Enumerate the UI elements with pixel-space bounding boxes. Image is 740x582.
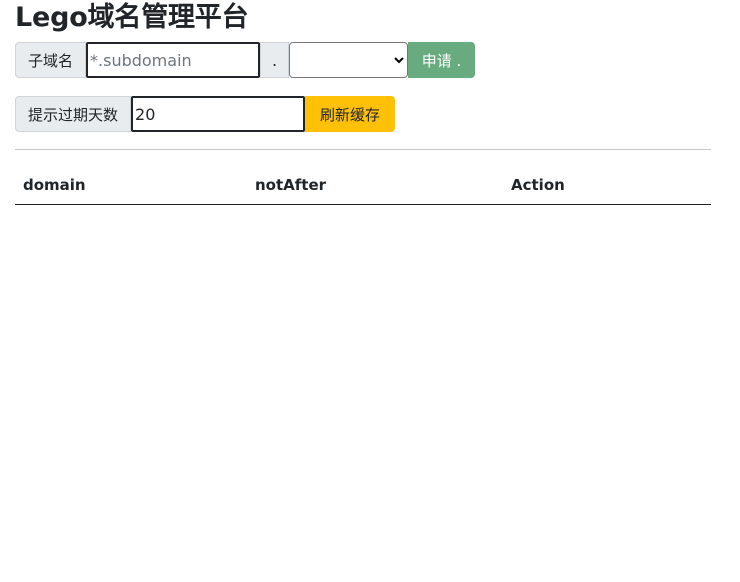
refresh-cache-button[interactable]: 刷新缓存 bbox=[305, 96, 396, 132]
apply-form: 子域名 . 申请 . bbox=[15, 42, 476, 78]
page-title: Lego域名管理平台 bbox=[15, 2, 249, 33]
subdomain-input[interactable] bbox=[86, 42, 261, 78]
column-header-domain: domain bbox=[15, 168, 247, 205]
column-header-action: Action bbox=[503, 168, 711, 205]
divider bbox=[15, 149, 711, 150]
apply-button[interactable]: 申请 . bbox=[408, 42, 476, 78]
domain-select[interactable] bbox=[289, 42, 409, 78]
dot-separator: . bbox=[260, 42, 290, 78]
page: Lego域名管理平台 子域名 . 申请 . 提示过期天数 刷新缓存 domain… bbox=[0, 0, 740, 582]
expire-days-input[interactable] bbox=[131, 96, 306, 132]
refresh-form: 提示过期天数 刷新缓存 bbox=[15, 96, 396, 132]
table-header-row: domain notAfter Action bbox=[15, 168, 711, 205]
domains-table: domain notAfter Action bbox=[15, 168, 711, 205]
column-header-notafter: notAfter bbox=[247, 168, 503, 205]
expire-days-label: 提示过期天数 bbox=[15, 96, 132, 132]
subdomain-label: 子域名 bbox=[15, 42, 87, 78]
